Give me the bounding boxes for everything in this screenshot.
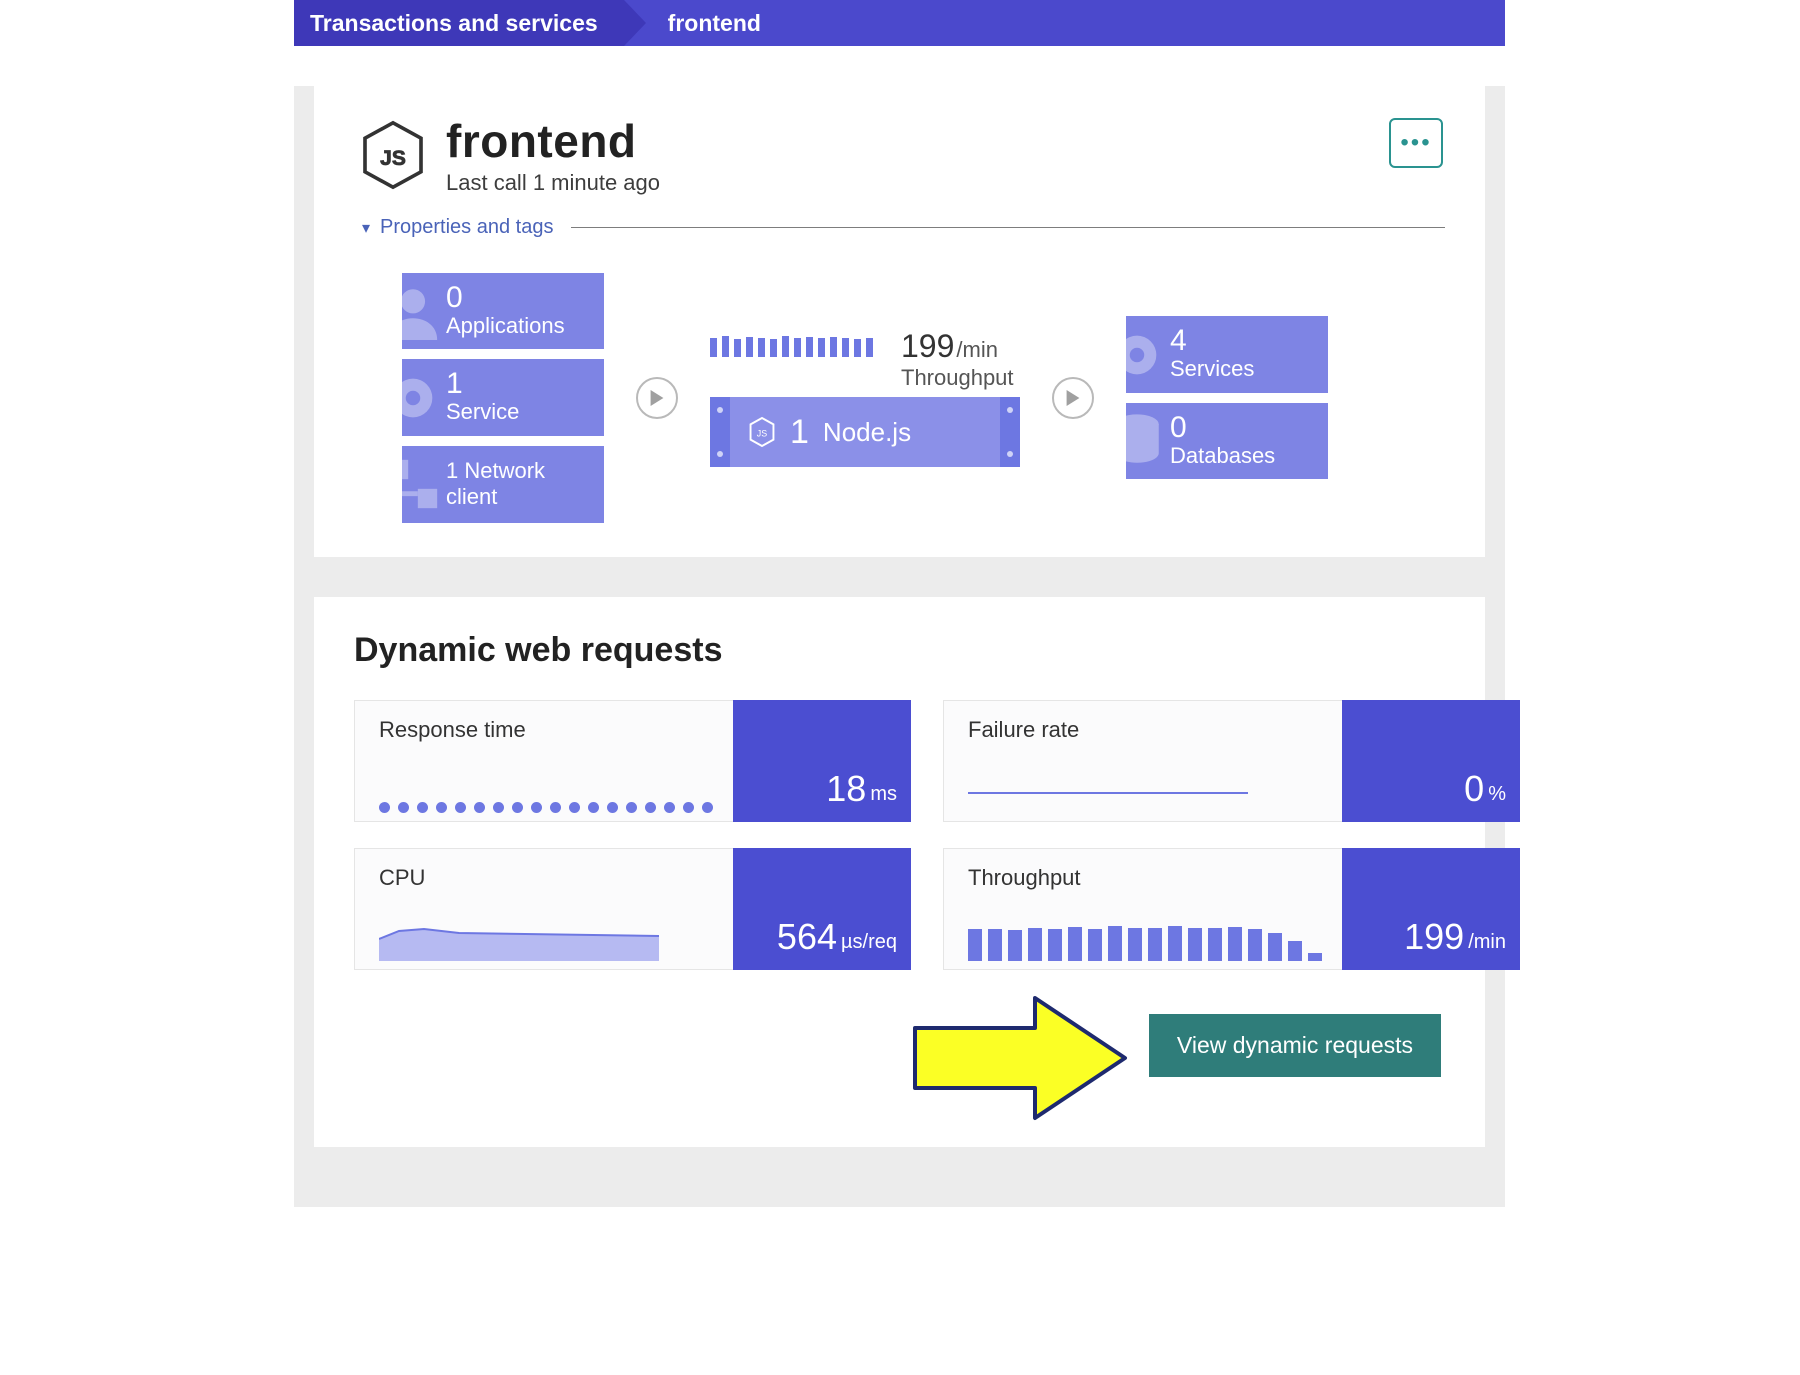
svg-text:JS: JS (380, 147, 406, 170)
metric-failure-rate[interactable]: Failure rate 0 % (943, 700, 1520, 822)
failure-rate-spark-icon (968, 792, 1248, 794)
chevron-down-icon: ▾ (362, 218, 370, 238)
metric-value: 18 ms (733, 700, 911, 822)
svg-text:JS: JS (757, 429, 767, 439)
metric-value: 199 /min (1342, 848, 1520, 970)
view-dynamic-requests-button[interactable]: View dynamic requests (1149, 1014, 1441, 1077)
tile-applications[interactable]: 0 Applications (402, 273, 604, 349)
throughput-sparkline-icon (710, 333, 873, 357)
page-subtitle: Last call 1 minute ago (446, 170, 660, 196)
tile-databases[interactable]: 0 Databases (1126, 403, 1328, 479)
nodejs-icon: JS (748, 416, 776, 448)
cpu-spark-icon (379, 921, 713, 961)
person-icon (402, 282, 442, 340)
server-tile[interactable]: JS 1 Node.js (710, 397, 1020, 467)
flow-arrow-right-2[interactable] (1052, 377, 1094, 419)
db-icon (1126, 412, 1166, 470)
metric-throughput[interactable]: Throughput (943, 848, 1520, 970)
more-actions-button[interactable]: ••• (1389, 118, 1443, 168)
breadcrumb: Transactions and services frontend (294, 0, 1505, 46)
nodejs-icon: JS (362, 120, 424, 190)
service-flow-diagram: 0 Applications 1 Service 1 Network clien… (362, 273, 1445, 523)
page-title: frontend (446, 114, 660, 168)
response-time-spark-icon (379, 802, 713, 813)
metric-value: 564 µs/req (733, 848, 911, 970)
tile-network-client[interactable]: 1 Network client (402, 446, 604, 523)
breadcrumb-root[interactable]: Transactions and services (294, 0, 624, 46)
network-icon (402, 455, 442, 513)
throughput-spark-icon (968, 921, 1322, 961)
tile-service[interactable]: 1 Service (402, 359, 604, 435)
gear-icon (402, 369, 442, 427)
metric-response-time[interactable]: Response time 18 ms (354, 700, 911, 822)
breadcrumb-root-label: Transactions and services (310, 10, 598, 37)
dynamic-requests-heading: Dynamic web requests (354, 631, 1445, 670)
tile-services[interactable]: 4 Services (1126, 316, 1328, 392)
properties-toggle[interactable]: ▾ Properties and tags (362, 216, 1445, 239)
annotation-arrow-icon (905, 978, 1135, 1138)
flow-arrow-right-1[interactable] (636, 377, 678, 419)
metric-value: 0 % (1342, 700, 1520, 822)
metric-cpu[interactable]: CPU 564 µs/req (354, 848, 911, 970)
service-header-panel: JS frontend Last call 1 minute ago ••• ▾… (314, 86, 1485, 557)
throughput-label: 199/min Throughput (901, 328, 1014, 391)
gear-icon (1126, 326, 1166, 384)
dynamic-requests-panel: Dynamic web requests Response time (314, 597, 1485, 1147)
